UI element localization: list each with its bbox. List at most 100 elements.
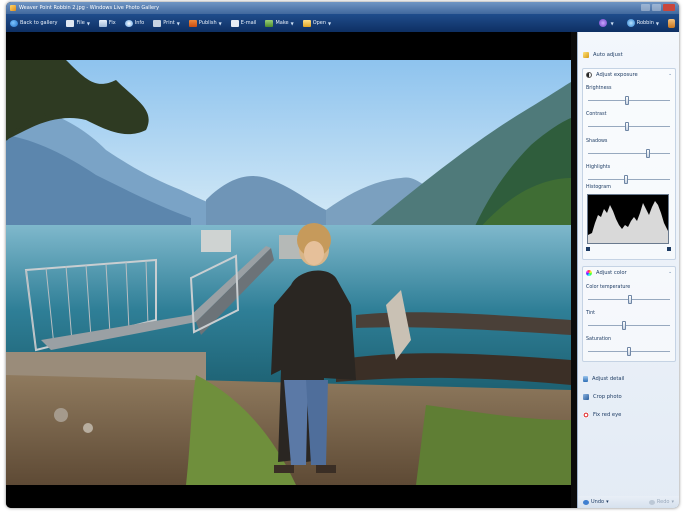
adjust-color-title: Adjust color bbox=[596, 270, 627, 276]
slider-thumb[interactable] bbox=[623, 175, 628, 184]
photo-gallery-window: Weaver Point Robbin 2.jpg - Windows Live… bbox=[6, 2, 679, 508]
slider-thumb[interactable] bbox=[645, 149, 650, 158]
shadows-label: Shadows bbox=[586, 139, 608, 144]
crop-photo-label: Crop photo bbox=[593, 394, 622, 400]
exposure-icon bbox=[586, 72, 592, 78]
collapse-chevron-icon[interactable]: ⌄ bbox=[668, 72, 672, 77]
adjust-exposure-header[interactable]: Adjust exposure bbox=[586, 72, 638, 78]
make-icon bbox=[265, 19, 274, 27]
folder-icon bbox=[302, 19, 311, 27]
toolbar-right: ▼ Robbin ▼ bbox=[595, 16, 675, 30]
close-button[interactable] bbox=[663, 4, 675, 11]
chevron-down-icon: ▼ bbox=[176, 20, 180, 26]
adjust-color-header[interactable]: Adjust color bbox=[586, 270, 627, 276]
adjust-detail-button[interactable]: Adjust detail bbox=[583, 376, 624, 382]
back-to-gallery-label: Back to gallery bbox=[20, 20, 58, 26]
histogram bbox=[587, 194, 669, 244]
file-menu[interactable]: File ▼ bbox=[62, 16, 93, 30]
user-avatar-icon[interactable] bbox=[668, 18, 675, 28]
histogram-left-handle[interactable] bbox=[586, 247, 590, 251]
color-wheel-icon bbox=[586, 270, 592, 276]
chevron-down-icon: ▾ bbox=[606, 499, 609, 505]
help-icon bbox=[598, 19, 607, 27]
undo-button[interactable]: Undo ▾ bbox=[583, 499, 609, 505]
back-arrow-icon bbox=[10, 19, 18, 27]
maximize-button[interactable] bbox=[652, 4, 661, 11]
chevron-down-icon: ▼ bbox=[655, 20, 659, 26]
undo-label: Undo bbox=[591, 499, 605, 505]
title-bar: Weaver Point Robbin 2.jpg - Windows Live… bbox=[6, 2, 679, 14]
fix-icon bbox=[98, 19, 107, 27]
contrast-label: Contrast bbox=[586, 112, 607, 117]
photo-gallery-app-icon bbox=[10, 5, 16, 11]
chevron-down-icon: ▼ bbox=[218, 20, 222, 26]
chevron-down-icon: ▼ bbox=[610, 20, 614, 26]
adjust-color-section: Adjust color ⌄ Color temperature Tint Sa… bbox=[582, 266, 676, 362]
redo-label: Redo bbox=[656, 499, 670, 505]
slider-thumb[interactable] bbox=[627, 295, 632, 304]
crop-photo-button[interactable]: Crop photo bbox=[583, 394, 622, 400]
detail-icon bbox=[583, 376, 588, 382]
printer-icon bbox=[153, 19, 162, 27]
make-menu-label: Make bbox=[275, 20, 289, 26]
chevron-down-icon: ▾ bbox=[671, 499, 674, 505]
publish-icon bbox=[188, 19, 197, 27]
slider-track[interactable] bbox=[588, 153, 670, 154]
sign-in-menu[interactable]: Robbin ▼ bbox=[623, 16, 663, 30]
panel-status-bar: Undo ▾ Redo ▾ bbox=[577, 496, 679, 508]
redo-button[interactable]: Redo ▾ bbox=[648, 499, 674, 505]
envelope-icon bbox=[230, 19, 239, 27]
chevron-down-icon: ▼ bbox=[86, 20, 90, 26]
lake-photo[interactable] bbox=[6, 60, 571, 485]
publish-menu[interactable]: Publish ▼ bbox=[185, 16, 226, 30]
undo-icon bbox=[583, 499, 589, 505]
fix-button[interactable]: Fix bbox=[95, 16, 120, 30]
histogram-right-handle[interactable] bbox=[667, 247, 671, 251]
open-menu[interactable]: Open ▼ bbox=[299, 16, 335, 30]
auto-adjust-button[interactable]: Auto adjust bbox=[583, 52, 623, 58]
auto-adjust-label: Auto adjust bbox=[593, 52, 623, 58]
slider-thumb[interactable] bbox=[622, 321, 627, 330]
slider-thumb[interactable] bbox=[625, 96, 630, 105]
adjust-detail-label: Adjust detail bbox=[592, 376, 625, 382]
photo-viewer bbox=[6, 32, 571, 508]
histogram-label: Histogram bbox=[586, 185, 611, 190]
histogram-graphic bbox=[588, 201, 668, 243]
adjust-exposure-title: Adjust exposure bbox=[596, 72, 638, 78]
sign-in-icon bbox=[626, 19, 635, 27]
back-to-gallery-button[interactable]: Back to gallery bbox=[6, 16, 61, 30]
chevron-down-icon: ▼ bbox=[328, 20, 332, 26]
tint-label: Tint bbox=[586, 311, 596, 316]
slider-track[interactable] bbox=[588, 325, 670, 326]
open-menu-label: Open bbox=[312, 20, 327, 26]
info-label: Info bbox=[134, 20, 145, 26]
email-button[interactable]: E-mail bbox=[227, 16, 261, 30]
highlights-label: Highlights bbox=[586, 165, 611, 170]
redo-icon bbox=[648, 499, 655, 505]
color-temperature-label: Color temperature bbox=[586, 285, 631, 290]
slider-track[interactable] bbox=[588, 179, 670, 180]
print-menu[interactable]: Print ▼ bbox=[149, 16, 184, 30]
saturation-label: Saturation bbox=[586, 337, 612, 342]
file-menu-label: File bbox=[76, 20, 85, 26]
command-bar: Back to gallery File ▼ Fix Info Print ▼ Pu… bbox=[6, 14, 679, 32]
publish-menu-label: Publish bbox=[198, 20, 217, 26]
fix-red-eye-button[interactable]: Fix red eye bbox=[583, 412, 621, 418]
fix-label: Fix bbox=[108, 20, 116, 26]
fix-panel: Auto adjust Adjust exposure ⌄ Brightness… bbox=[577, 32, 679, 508]
help-menu[interactable]: ▼ bbox=[595, 16, 618, 30]
crop-icon bbox=[583, 394, 589, 400]
slider-track[interactable] bbox=[588, 126, 670, 127]
adjust-exposure-section: Adjust exposure ⌄ Brightness Contrast Sh… bbox=[582, 68, 676, 260]
slider-thumb[interactable] bbox=[627, 347, 631, 356]
email-label: E-mail bbox=[240, 20, 257, 26]
user-name: Robbin bbox=[636, 20, 654, 26]
red-eye-icon bbox=[583, 412, 589, 418]
collapse-chevron-icon[interactable]: ⌄ bbox=[668, 270, 672, 275]
info-button[interactable]: Info bbox=[121, 16, 148, 30]
minimize-button[interactable] bbox=[641, 4, 650, 11]
make-menu[interactable]: Make ▼ bbox=[261, 16, 297, 30]
lake-photo-graphic bbox=[6, 60, 571, 485]
slider-thumb[interactable] bbox=[624, 122, 629, 131]
chevron-down-icon: ▼ bbox=[290, 20, 294, 26]
